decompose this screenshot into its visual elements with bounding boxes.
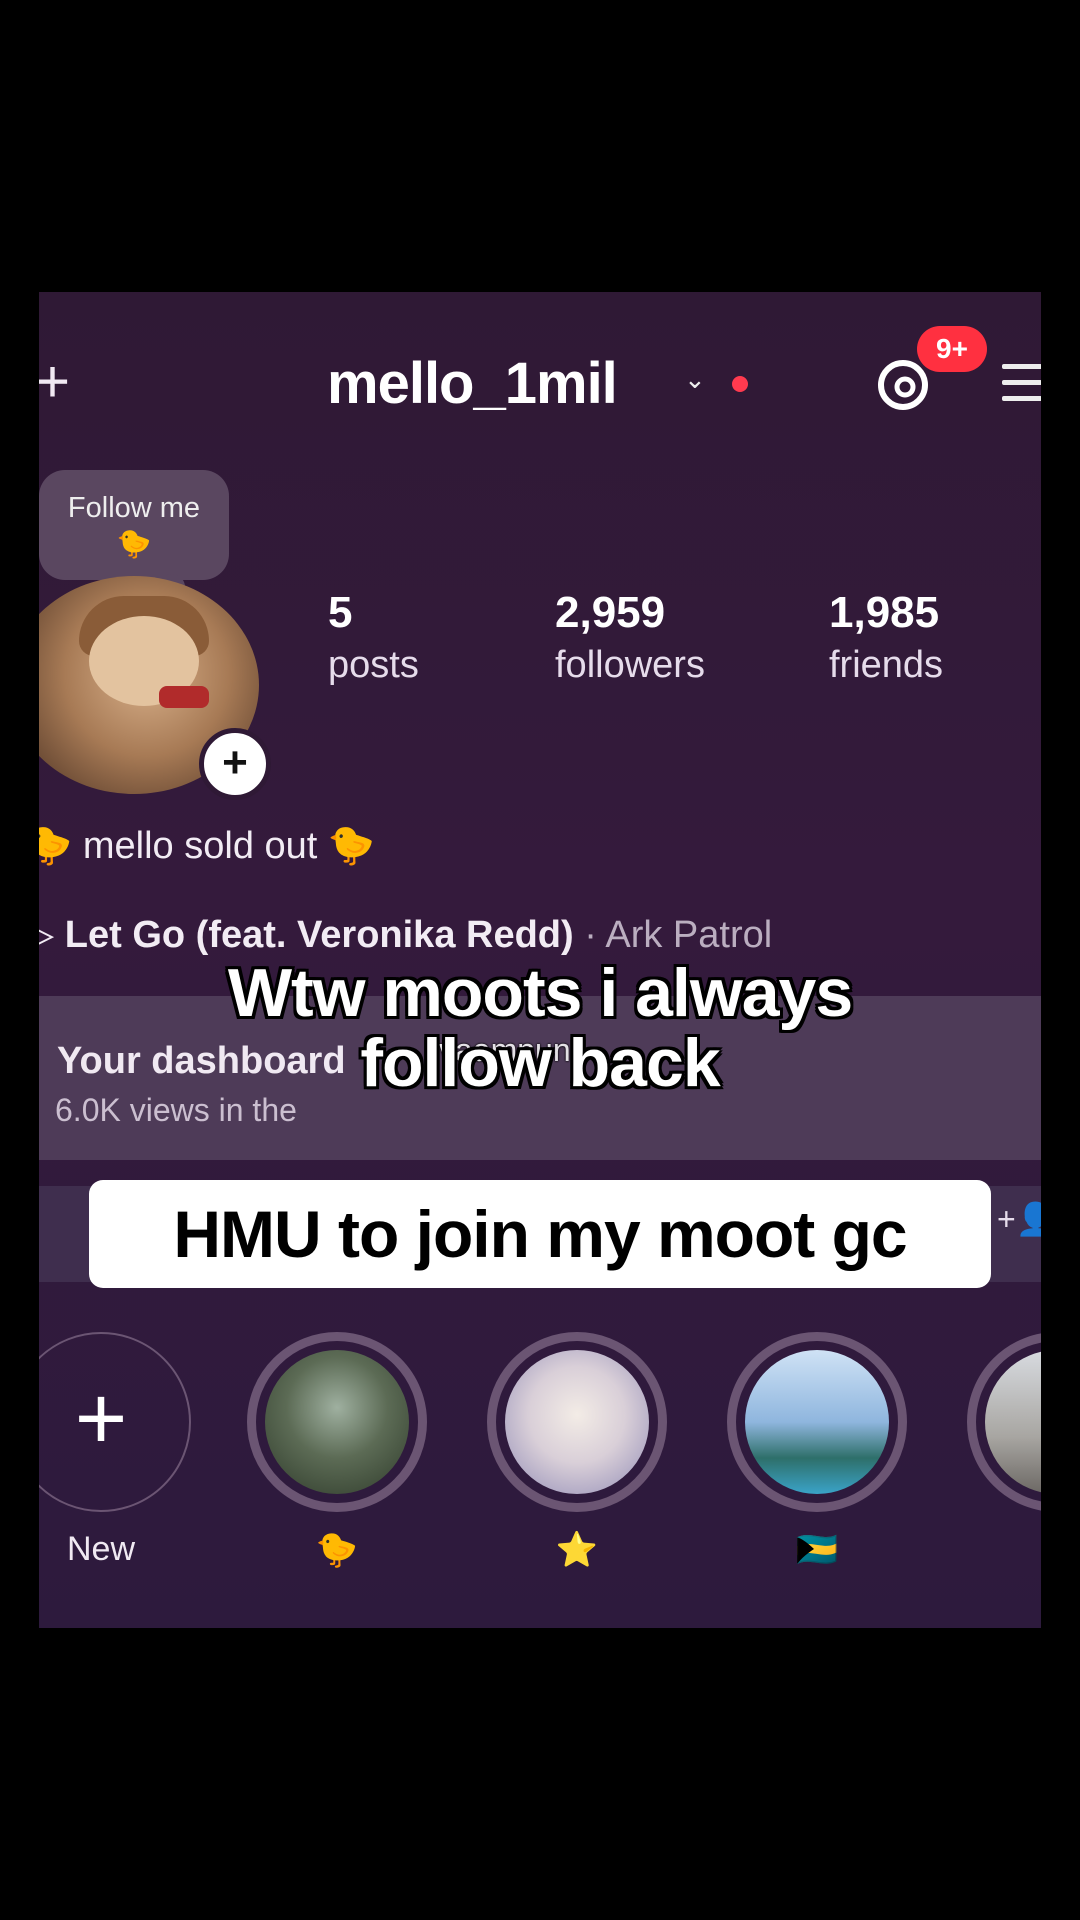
add-friend-icon[interactable]: +👤 bbox=[997, 1200, 1041, 1238]
stat-label: followers bbox=[555, 644, 705, 686]
caption-box: HMU to join my moot gc bbox=[89, 1180, 991, 1288]
create-plus-icon[interactable]: + bbox=[39, 352, 70, 412]
stat-label: friends bbox=[829, 644, 944, 686]
track-artist: · Ark Patrol bbox=[584, 914, 773, 956]
highlight-item[interactable] bbox=[967, 1332, 1041, 1512]
stat-value: 2,959 bbox=[555, 588, 666, 637]
stat-label: posts bbox=[328, 644, 419, 686]
note-emoji: 🐤 bbox=[116, 528, 152, 559]
notification-dot bbox=[732, 376, 748, 392]
chevron-down-icon[interactable]: ⌄ bbox=[684, 364, 706, 395]
caption-line-1: Wtw moots i always bbox=[227, 955, 853, 1031]
highlight-label: ⭐ bbox=[555, 1531, 599, 1569]
track-title: Let Go (feat. Veronika Redd) bbox=[64, 914, 574, 956]
stat-value: 5 bbox=[328, 588, 353, 637]
highlight-new[interactable]: + bbox=[39, 1332, 191, 1512]
note-bubble[interactable]: Follow me 🐤 bbox=[39, 470, 229, 580]
username-title[interactable]: mello_1mil bbox=[327, 350, 618, 417]
highlight-label: New bbox=[66, 1530, 136, 1568]
highlight-item[interactable] bbox=[247, 1332, 427, 1512]
caption-line-2: follow back bbox=[360, 1025, 720, 1101]
play-icon: ▷ bbox=[39, 914, 55, 956]
stat-followers[interactable]: 2,959 followers bbox=[555, 588, 705, 687]
caption-overlay: Wtw moots i always follow back bbox=[0, 958, 1080, 1098]
stat-value: 1,985 bbox=[829, 588, 940, 637]
bio-text: 🐤 mello sold out 🐤 bbox=[39, 825, 376, 867]
stat-posts[interactable]: 5 posts bbox=[328, 588, 419, 687]
note-text: Follow me bbox=[67, 492, 201, 524]
music-track[interactable]: ▷ Let Go (feat. Veronika Redd) · Ark Pat… bbox=[39, 912, 772, 957]
add-story-plus-icon[interactable]: + bbox=[199, 728, 271, 800]
stat-friends[interactable]: 1,985 friends bbox=[829, 588, 943, 687]
plus-icon: + bbox=[74, 1369, 128, 1469]
highlight-label: 🐤 bbox=[315, 1531, 359, 1569]
menu-icon[interactable] bbox=[1002, 364, 1041, 412]
highlight-item[interactable] bbox=[487, 1332, 667, 1512]
highlight-label: 🇧🇸 bbox=[795, 1531, 839, 1569]
notification-badge: 9+ bbox=[917, 326, 987, 372]
highlight-item[interactable] bbox=[727, 1332, 907, 1512]
